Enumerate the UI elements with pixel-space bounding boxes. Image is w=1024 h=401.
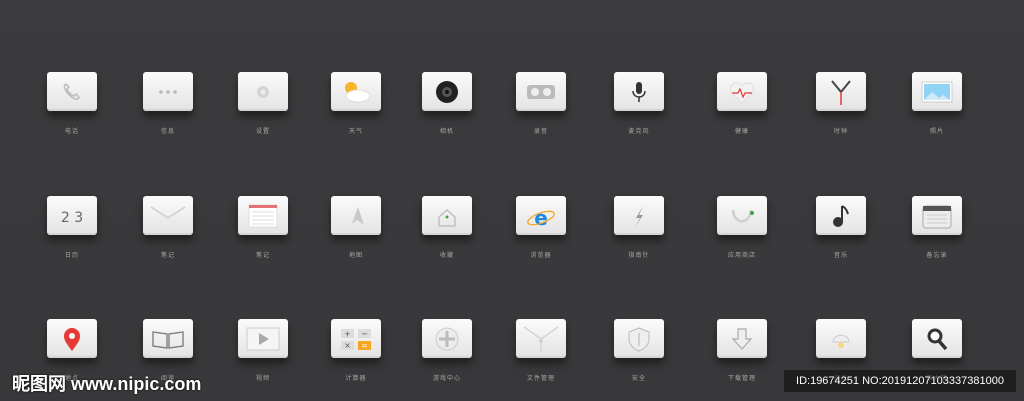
app-store-icon[interactable] xyxy=(717,196,767,235)
app-label: 计算器 xyxy=(345,375,367,382)
app-tile-11[interactable]: 2 3 日历 xyxy=(24,196,120,272)
app-label: 视频 xyxy=(255,375,270,382)
photo-icon[interactable] xyxy=(912,72,962,111)
compass-icon[interactable] xyxy=(614,196,664,235)
app-tile-9[interactable]: 时钟 xyxy=(793,72,889,148)
shield-icon[interactable] xyxy=(614,319,664,358)
phone-icon[interactable] xyxy=(47,72,97,111)
icon-grid: 电话 信息 设置 天气 相机 录音 麦克风 健康 时钟 照片 2 3 日历 笔记 笔记 地图 收藏 e 浏览器 指南… xyxy=(0,0,1024,401)
folder-icon[interactable] xyxy=(516,319,566,358)
app-label: 地图 xyxy=(348,252,363,259)
calendar-number-icon[interactable]: 2 3 xyxy=(47,196,97,235)
app-tile-15[interactable]: 收藏 xyxy=(399,196,495,272)
weather-icon[interactable] xyxy=(331,72,381,111)
app-label: 指南针 xyxy=(628,252,650,259)
magnifier-icon[interactable] xyxy=(912,319,962,358)
app-label: 下载管理 xyxy=(727,375,756,382)
svg-text:+: + xyxy=(344,329,351,338)
svg-text:e: e xyxy=(534,206,548,230)
app-label: 应用商店 xyxy=(727,252,756,259)
browser-icon[interactable]: e xyxy=(516,196,566,235)
calculator-icon[interactable]: + − × = xyxy=(331,319,381,358)
app-label: 笔记 xyxy=(255,252,270,259)
svg-text:−: − xyxy=(361,329,368,338)
app-tile-5[interactable]: 相机 xyxy=(399,72,495,148)
app-label: 相机 xyxy=(439,128,454,135)
heart-icon[interactable] xyxy=(717,72,767,111)
location-pin-icon[interactable] xyxy=(47,319,97,358)
app-label: 麦克风 xyxy=(628,128,650,135)
tape-icon[interactable] xyxy=(516,72,566,111)
app-tile-8[interactable]: 健康 xyxy=(694,72,790,148)
app-tile-1[interactable]: 电话 xyxy=(24,72,120,148)
watermark-logo: 昵图网 www.nipic.com xyxy=(12,374,202,394)
gear-icon[interactable] xyxy=(238,72,288,111)
app-label: 照片 xyxy=(929,128,944,135)
app-tile-16[interactable]: e 浏览器 xyxy=(493,196,589,272)
app-label: 安全 xyxy=(631,375,646,382)
app-tile-13[interactable]: 笔记 xyxy=(215,196,311,272)
calendar-number-text: 2 3 xyxy=(61,210,83,226)
lamp-icon[interactable] xyxy=(816,319,866,358)
app-tile-19[interactable]: 音乐 xyxy=(793,196,889,272)
app-label: 设置 xyxy=(255,128,270,135)
app-label: 浏览器 xyxy=(530,252,552,259)
app-tile-12[interactable]: 笔记 xyxy=(120,196,216,272)
app-tile-7[interactable]: 麦克风 xyxy=(591,72,687,148)
app-tile-4[interactable]: 天气 xyxy=(308,72,404,148)
app-tile-10[interactable]: 照片 xyxy=(889,72,985,148)
envelope-icon[interactable] xyxy=(143,196,193,235)
app-label: 天气 xyxy=(348,128,363,135)
book-icon[interactable] xyxy=(143,319,193,358)
app-label: 游戏中心 xyxy=(432,375,461,382)
app-tile-23[interactable]: 视频 xyxy=(215,319,311,395)
app-label: 健康 xyxy=(734,128,749,135)
app-tile-20[interactable]: 备忘录 xyxy=(889,196,985,272)
notepad-icon[interactable] xyxy=(238,196,288,235)
app-label: 收藏 xyxy=(439,252,454,259)
music-icon[interactable] xyxy=(816,196,866,235)
app-label: 笔记 xyxy=(160,252,175,259)
app-label: 备忘录 xyxy=(926,252,948,259)
gamepad-icon[interactable] xyxy=(422,319,472,358)
app-label: 时钟 xyxy=(833,128,848,135)
app-label: 录音 xyxy=(533,128,548,135)
app-tile-6[interactable]: 录音 xyxy=(493,72,589,148)
app-label: 文件管理 xyxy=(526,375,555,382)
message-dots-icon[interactable] xyxy=(143,72,193,111)
app-label: 电话 xyxy=(64,128,79,135)
home-icon[interactable] xyxy=(422,196,472,235)
svg-text:×: × xyxy=(344,341,351,350)
app-tile-17[interactable]: 指南针 xyxy=(591,196,687,272)
app-tile-28[interactable]: 下载管理 xyxy=(694,319,790,395)
camera-icon[interactable] xyxy=(422,72,472,111)
app-label: 日历 xyxy=(64,252,79,259)
app-tile-26[interactable]: 文件管理 xyxy=(493,319,589,395)
app-label: 音乐 xyxy=(833,252,848,259)
clock-icon[interactable] xyxy=(816,72,866,111)
app-tile-27[interactable]: 安全 xyxy=(591,319,687,395)
app-tile-3[interactable]: 设置 xyxy=(215,72,311,148)
app-tile-24[interactable]: + − × = 计算器 xyxy=(308,319,404,395)
app-tile-25[interactable]: 游戏中心 xyxy=(399,319,495,395)
microphone-icon[interactable] xyxy=(614,72,664,111)
svg-text:=: = xyxy=(361,341,368,350)
video-icon[interactable] xyxy=(238,319,288,358)
app-tile-14[interactable]: 地图 xyxy=(308,196,404,272)
watermark-id: ID:19674251 NO:20191207103337381000 xyxy=(784,370,1016,392)
app-tile-18[interactable]: 应用商店 xyxy=(694,196,790,272)
app-label: 信息 xyxy=(160,128,175,135)
app-tile-2[interactable]: 信息 xyxy=(120,72,216,148)
download-icon[interactable] xyxy=(717,319,767,358)
memo-icon[interactable] xyxy=(912,196,962,235)
map-icon[interactable] xyxy=(331,196,381,235)
